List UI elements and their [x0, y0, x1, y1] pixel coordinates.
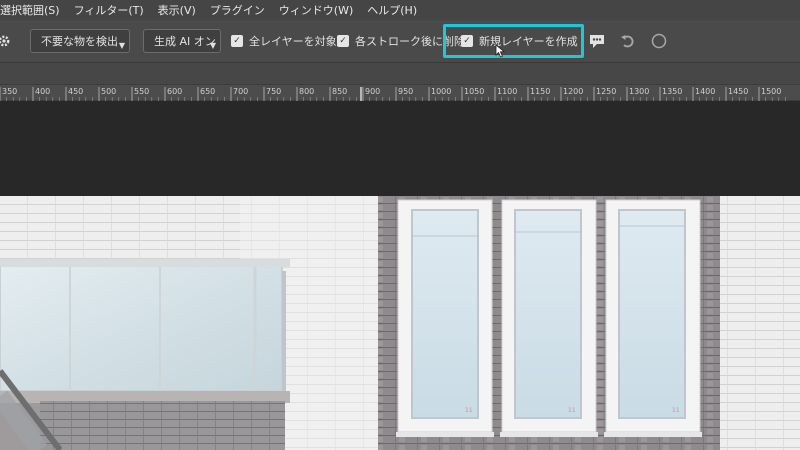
- generative-ai-dropdown-label: 生成 AI オン: [154, 35, 216, 48]
- ruler-tick-label: 1150: [530, 87, 551, 96]
- ruler-tick-label: 850: [332, 87, 348, 96]
- ruler-tick-label: 1050: [464, 87, 485, 96]
- window-middle: 11: [501, 199, 597, 433]
- ruler-tick-label: 1450: [728, 87, 749, 96]
- mouse-cursor-icon: [495, 44, 506, 58]
- tool-options-bar: 不要な物を検出 ▼ 生成 AI オン ▼ ✓ 全レイヤーを対象 ✓ 各ストローク…: [0, 20, 800, 63]
- window-right: 11: [605, 199, 701, 433]
- chevron-down-icon: ▼: [209, 41, 216, 50]
- gear-icon[interactable]: [0, 33, 14, 49]
- mode-dropdown-label: 不要な物を検出: [41, 35, 118, 48]
- ruler-tick-label: 400: [35, 87, 51, 96]
- all-layers-label: 全レイヤーを対象: [249, 35, 337, 48]
- menu-item[interactable]: 表示(V): [151, 2, 203, 18]
- checkbox-checked-icon: ✓: [231, 35, 243, 47]
- menu-item[interactable]: プラグイン: [203, 2, 272, 18]
- horizontal-ruler[interactable]: 350 400 450 500 550 600 650 700 750 800 850 900 950 1…: [0, 84, 800, 102]
- ruler-tick-label: 350: [2, 87, 18, 96]
- canvas-image[interactable]: 11 11 11: [0, 196, 800, 450]
- circle-icon[interactable]: [650, 32, 668, 50]
- menu-item[interactable]: フィルター(T): [67, 2, 151, 18]
- menu-item[interactable]: ウィンドウ(W): [272, 2, 360, 18]
- ruler-tick-label: 900: [365, 87, 381, 96]
- ruler-tick-label: 1300: [629, 87, 650, 96]
- menu-item[interactable]: ヘルプ(H): [360, 2, 424, 18]
- ruler-tick-label: 950: [398, 87, 414, 96]
- ruler-tick-label: 600: [167, 87, 183, 96]
- ruler-tick-label: 650: [200, 87, 216, 96]
- ruler-tick-label: 750: [266, 87, 282, 96]
- generative-ai-dropdown[interactable]: 生成 AI オン ▼: [143, 29, 221, 53]
- menu-bar: 選択範囲(S) フィルター(T) 表示(V) プラグイン ウィンドウ(W) ヘルプ(H): [0, 0, 800, 20]
- all-layers-checkbox[interactable]: ✓ 全レイヤーを対象: [231, 32, 337, 50]
- window-left: 11: [397, 199, 493, 433]
- ruler-tick-label: 1400: [695, 87, 716, 96]
- ruler-tick-label: 1100: [497, 87, 518, 96]
- undo-icon[interactable]: [619, 32, 637, 50]
- menu-item[interactable]: 選択範囲(S): [0, 2, 67, 18]
- ruler-tick-label: 1000: [431, 87, 452, 96]
- mode-dropdown[interactable]: 不要な物を検出 ▼: [30, 29, 130, 53]
- checkbox-checked-icon: ✓: [337, 35, 349, 47]
- ruler-tick-label: 500: [101, 87, 117, 96]
- ruler-tick-label: 800: [299, 87, 315, 96]
- svg-text:11: 11: [465, 407, 473, 414]
- ruler-tick-label: 700: [233, 87, 249, 96]
- highlight-box: [443, 24, 584, 58]
- speech-bubble-icon[interactable]: [588, 32, 606, 50]
- ruler-tick-label: 1350: [662, 87, 683, 96]
- ruler-tick-label: 1500: [761, 87, 782, 96]
- ruler-tick-label: 1200: [563, 87, 584, 96]
- svg-text:11: 11: [672, 407, 680, 414]
- ruler-tick-label: 550: [134, 87, 150, 96]
- panel-gap: [0, 63, 800, 84]
- ruler-tick-label: 450: [68, 87, 84, 96]
- ruler-tick-label: 1250: [596, 87, 617, 96]
- chevron-down-icon: ▼: [118, 41, 125, 50]
- svg-text:11: 11: [568, 407, 576, 414]
- pasteboard: [0, 101, 800, 196]
